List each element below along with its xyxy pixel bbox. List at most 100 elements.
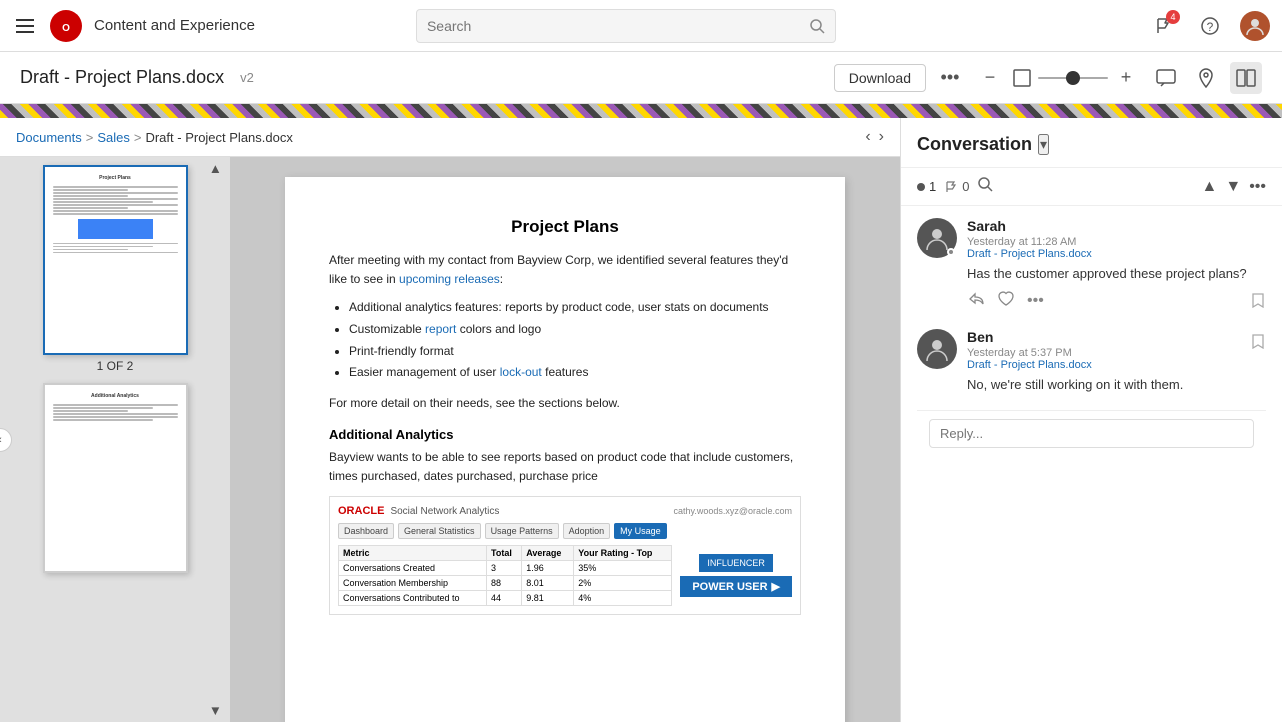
- conversation-flag-count: 0: [944, 179, 969, 194]
- analytics-tab-usage[interactable]: Usage Patterns: [485, 523, 559, 539]
- conversation-search-button[interactable]: [977, 176, 993, 197]
- oracle-logo: O: [48, 8, 84, 44]
- ben-bookmark-button[interactable]: [1250, 333, 1266, 352]
- thumbnail-scroll-up[interactable]: ▲: [209, 161, 222, 176]
- conversation-like-count: 1: [917, 179, 936, 194]
- download-button[interactable]: Download: [834, 64, 926, 92]
- conversation-title: Conversation: [917, 134, 1032, 155]
- hamburger-menu[interactable]: [12, 15, 38, 37]
- search-input[interactable]: [427, 18, 809, 34]
- sarah-message-doc-link[interactable]: Draft - Project Plans.docx: [967, 248, 1266, 260]
- ben-message-header: Ben: [967, 329, 1240, 345]
- ben-avatar-icon: [923, 335, 951, 363]
- table-header-total: Total: [487, 546, 522, 561]
- thumbnail-image-2: Additional Analytics: [43, 383, 188, 573]
- sarah-avatar-icon: [923, 224, 951, 252]
- table-cell: 88: [487, 576, 522, 591]
- thumbnail-panel: ▲ Project Plans: [0, 157, 230, 722]
- oracle-brand: ORACLE: [338, 505, 384, 517]
- doc-intro: After meeting with my contact from Bayvi…: [329, 251, 801, 289]
- left-panel: Documents > Sales > Draft - Project Plan…: [0, 118, 900, 722]
- conversation-input-bar: [917, 410, 1266, 456]
- table-cell: 1.96: [522, 561, 574, 576]
- breadcrumb-sep-2: >: [134, 130, 142, 145]
- conversation-messages: Sarah Yesterday at 11:28 AM Draft - Proj…: [901, 206, 1282, 722]
- doc-bullets-list: Additional analytics features: reports b…: [349, 297, 801, 383]
- layout-button[interactable]: [1230, 62, 1262, 94]
- doc-link-lockout[interactable]: lock-out: [500, 365, 542, 379]
- location-button[interactable]: [1190, 62, 1222, 94]
- thumbnail-scroll-down[interactable]: ▼: [209, 703, 222, 718]
- table-header-average: Average: [522, 546, 574, 561]
- table-cell: 9.81: [522, 591, 574, 606]
- flag-count-value: 0: [962, 179, 969, 194]
- breadcrumb-sep-1: >: [86, 130, 94, 145]
- sarah-author-name: Sarah: [967, 218, 1006, 234]
- zoom-in-button[interactable]: +: [1110, 62, 1142, 94]
- document-page: Project Plans After meeting with my cont…: [285, 177, 845, 722]
- help-button[interactable]: ?: [1194, 10, 1226, 42]
- breadcrumb: Documents > Sales > Draft - Project Plan…: [16, 130, 293, 145]
- breadcrumb-navigation: ‹ ›: [865, 128, 884, 146]
- table-cell: 35%: [574, 561, 672, 576]
- analytics-tab-adoption[interactable]: Adoption: [563, 523, 611, 539]
- sarah-more-button[interactable]: •••: [1027, 292, 1044, 310]
- thumbnail-item-1[interactable]: Project Plans: [43, 165, 188, 373]
- zoom-slider[interactable]: [1038, 77, 1108, 79]
- sarah-reply-button[interactable]: [967, 290, 985, 313]
- table-header-metric: Metric: [339, 546, 487, 561]
- thumbnail-collapse-button[interactable]: ‹: [0, 428, 12, 452]
- conversation-message-1: Sarah Yesterday at 11:28 AM Draft - Proj…: [917, 218, 1266, 313]
- doc-link-report[interactable]: report: [425, 322, 456, 336]
- doc-bullet-3: Print-friendly format: [349, 341, 801, 363]
- analytics-tabs: Dashboard General Statistics Usage Patte…: [338, 523, 792, 539]
- more-options-button[interactable]: •••: [934, 62, 966, 94]
- sarah-bookmark-button[interactable]: [1250, 292, 1266, 311]
- doc-bullet-1: Additional analytics features: reports b…: [349, 297, 801, 319]
- doc-link-upcoming[interactable]: upcoming releases: [399, 272, 500, 286]
- ben-author-name: Ben: [967, 329, 993, 345]
- analytics-tab-general[interactable]: General Statistics: [398, 523, 481, 539]
- power-user-arrow: ▶: [772, 580, 780, 593]
- ben-message-doc-link[interactable]: Draft - Project Plans.docx: [967, 359, 1240, 371]
- table-cell: Conversations Created: [339, 561, 487, 576]
- analytics-table: Metric Total Average Your Rating - Top: [338, 545, 672, 606]
- comment-button[interactable]: [1150, 62, 1182, 94]
- search-bar: [416, 9, 836, 43]
- user-avatar[interactable]: [1240, 11, 1270, 41]
- analytics-tab-myusage[interactable]: My Usage: [614, 523, 667, 539]
- svg-text:O: O: [62, 23, 70, 34]
- oracle-analytics-box: ORACLE Social Network Analytics cathy.wo…: [329, 496, 801, 615]
- breadcrumb-next-button[interactable]: ›: [879, 128, 884, 146]
- document-toolbar: Draft - Project Plans.docx v2 Download •…: [0, 52, 1282, 104]
- thumbnail-item-2[interactable]: Additional Analytics: [43, 383, 188, 573]
- zoom-controls: − +: [974, 62, 1142, 94]
- conversation-reply-input[interactable]: [929, 419, 1254, 448]
- breadcrumb-prev-button[interactable]: ‹: [865, 128, 870, 146]
- table-row: Conversations Contributed to 44 9.81 4%: [339, 591, 672, 606]
- conversation-nav-up[interactable]: ▲: [1202, 178, 1218, 196]
- sarah-online-indicator: [947, 248, 955, 256]
- doc-bullet-4: Easier management of user lock-out featu…: [349, 362, 801, 384]
- analytics-tab-dashboard[interactable]: Dashboard: [338, 523, 394, 539]
- conversation-nav-down[interactable]: ▼: [1225, 178, 1241, 196]
- zoom-out-button[interactable]: −: [974, 62, 1006, 94]
- zoom-frame-icon: [1008, 64, 1036, 92]
- conversation-toolbar: 1 0 ▲ ▼ •••: [901, 168, 1282, 206]
- breadcrumb-sales[interactable]: Sales: [97, 130, 130, 145]
- doc-section-text: Bayview wants to be able to see reports …: [329, 448, 801, 486]
- sarah-like-button[interactable]: [997, 290, 1015, 313]
- flag-button[interactable]: 4: [1148, 10, 1180, 42]
- table-row: Conversations Created 3 1.96 35%: [339, 561, 672, 576]
- conversation-chevron[interactable]: ▾: [1038, 134, 1049, 155]
- conversation-more-button[interactable]: •••: [1249, 178, 1266, 196]
- document-version: v2: [240, 70, 254, 85]
- flag-icon: [944, 180, 958, 194]
- power-user-label: POWER USER: [692, 581, 767, 593]
- breadcrumb-documents[interactable]: Documents: [16, 130, 82, 145]
- sarah-message-actions: •••: [967, 290, 1266, 313]
- table-header-rating: Your Rating - Top: [574, 546, 672, 561]
- content-area: ▲ Project Plans: [0, 157, 900, 722]
- document-viewer[interactable]: Project Plans After meeting with my cont…: [230, 157, 900, 722]
- influencer-badge: INFLUENCER: [699, 554, 773, 572]
